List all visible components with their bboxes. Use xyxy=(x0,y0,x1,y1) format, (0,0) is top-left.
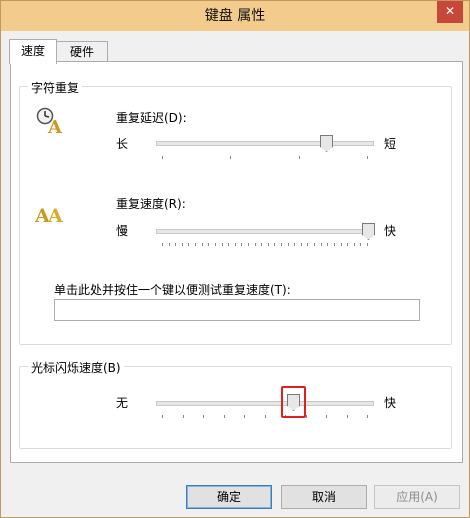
cancel-button[interactable]: 取消 xyxy=(281,485,367,509)
slider-tick xyxy=(175,243,176,246)
slider-tick xyxy=(268,243,269,246)
repeat-rate-label: 重复速度(R): xyxy=(116,197,186,211)
slider-tick xyxy=(169,243,170,246)
slider-tick xyxy=(235,243,236,246)
slider-tick xyxy=(228,243,229,246)
slider-tick xyxy=(222,243,223,246)
cursor-blink-legend: 光标闪烁速度(B) xyxy=(28,359,124,376)
cursor-blink-slider-ticks xyxy=(162,415,368,419)
slider-tick xyxy=(195,243,196,246)
repeat-delay-long-label: 长 xyxy=(116,137,129,151)
slider-tick xyxy=(203,415,204,418)
repeat-delay-short-label: 短 xyxy=(384,137,397,151)
repeat-rate-slow-label: 慢 xyxy=(116,224,129,238)
slider-tick xyxy=(360,243,361,246)
tab-speed[interactable]: 速度 xyxy=(9,39,57,64)
slider-tick xyxy=(182,243,183,246)
double-letter-icon: A A xyxy=(34,200,69,229)
slider-tick xyxy=(244,415,245,418)
slider-tick xyxy=(306,415,307,418)
title-bar: 键盘 属性 ✕ xyxy=(1,1,469,31)
slider-tick xyxy=(215,243,216,246)
repeat-delay-slider-track[interactable] xyxy=(156,141,374,146)
cursor-blink-fast-label: 快 xyxy=(384,396,397,410)
window-title: 键盘 属性 xyxy=(204,8,266,24)
slider-tick xyxy=(288,243,289,246)
repeat-rate-slider-ticks xyxy=(162,243,368,247)
apply-button[interactable]: 应用(A) xyxy=(374,485,460,509)
slider-tick xyxy=(347,243,348,246)
ok-button[interactable]: 确定 xyxy=(186,485,272,509)
slider-tick xyxy=(162,156,163,159)
slider-tick xyxy=(162,243,163,246)
repeat-rate-slider-track[interactable] xyxy=(156,229,374,234)
slider-tick xyxy=(241,243,242,246)
slider-tick xyxy=(202,243,203,246)
repeat-rate-fast-label: 快 xyxy=(384,224,397,238)
slider-tick xyxy=(188,243,189,246)
svg-text:A: A xyxy=(47,117,63,136)
slider-tick xyxy=(162,415,163,418)
close-button[interactable]: ✕ xyxy=(437,1,463,23)
slider-tick xyxy=(265,415,266,418)
slider-tick xyxy=(367,156,368,159)
repeat-rate-slider-thumb[interactable] xyxy=(362,223,375,240)
slider-tick xyxy=(341,243,342,246)
repeat-delay-label: 重复延迟(D): xyxy=(116,111,187,125)
speed-tab-panel: 字符重复 A 重复延迟(D): 长 短 A A 重复速度(R): 慢 快 单击此… xyxy=(10,61,463,463)
slider-tick xyxy=(230,156,231,159)
slider-tick xyxy=(281,243,282,246)
slider-tick xyxy=(224,415,225,418)
slider-tick xyxy=(367,415,368,418)
character-repeat-group: 字符重复 A 重复延迟(D): 长 短 A A 重复速度(R): 慢 快 单击此… xyxy=(19,79,452,345)
slider-tick xyxy=(261,243,262,246)
slider-tick xyxy=(334,243,335,246)
slider-tick xyxy=(347,415,348,418)
slider-tick xyxy=(274,243,275,246)
repeat-test-input[interactable] xyxy=(54,299,420,321)
slider-tick xyxy=(354,243,355,246)
cursor-blink-none-label: 无 xyxy=(116,396,129,410)
slider-tick xyxy=(307,243,308,246)
cursor-blink-slider-track[interactable] xyxy=(156,401,374,406)
slider-tick xyxy=(326,415,327,418)
repeat-delay-slider-thumb[interactable] xyxy=(320,135,333,152)
slider-tick xyxy=(367,243,368,246)
repeat-delay-slider-ticks xyxy=(162,156,368,160)
slider-tick xyxy=(208,243,209,246)
slider-tick xyxy=(301,243,302,246)
slider-tick xyxy=(327,243,328,246)
slider-tick xyxy=(299,156,300,159)
repeat-test-label: 单击此处并按住一个键以便测试重复速度(T): xyxy=(54,283,291,297)
slider-tick xyxy=(248,243,249,246)
tab-hardware[interactable]: 硬件 xyxy=(56,41,108,62)
svg-text:A: A xyxy=(47,205,63,226)
slider-tick xyxy=(314,243,315,246)
clock-letter-icon: A xyxy=(35,106,67,139)
slider-tick xyxy=(183,415,184,418)
character-repeat-legend: 字符重复 xyxy=(28,79,83,96)
cursor-blink-group: 光标闪烁速度(B) 无 快 xyxy=(19,359,452,449)
slider-tick xyxy=(321,243,322,246)
slider-tick xyxy=(294,243,295,246)
keyboard-properties-window: 键盘 属性 ✕ 速度 硬件 字符重复 A 重复延迟(D): 长 短 A A 重复… xyxy=(0,0,470,518)
slider-tick xyxy=(255,243,256,246)
